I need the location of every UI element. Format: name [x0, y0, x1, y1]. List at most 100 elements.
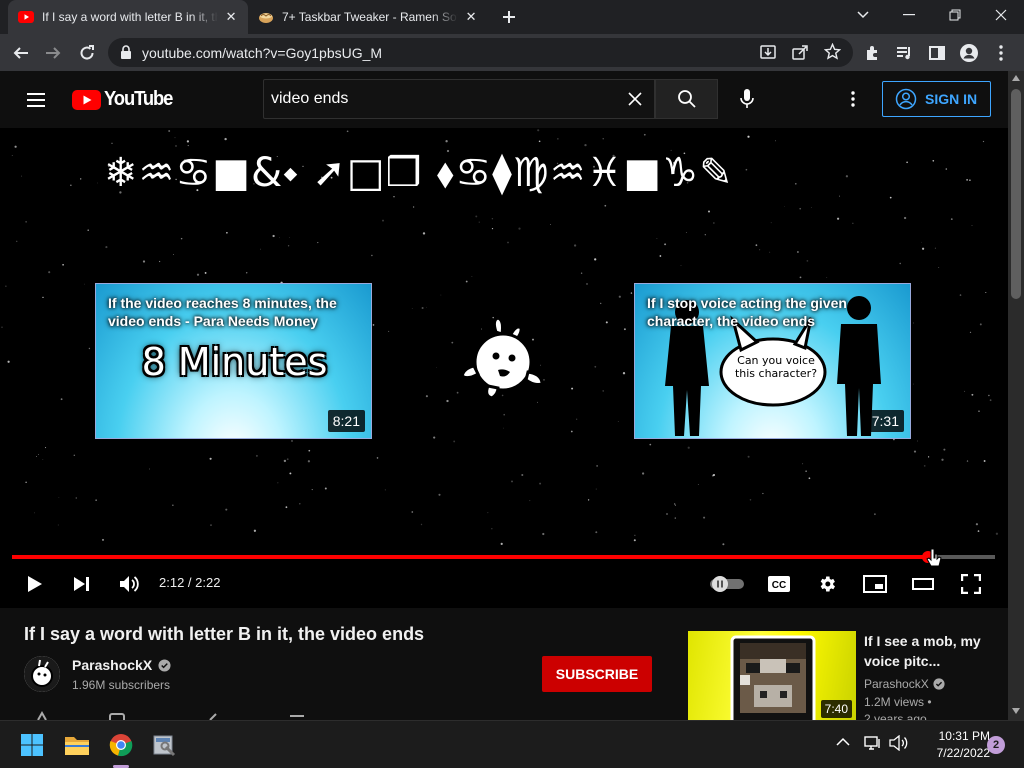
more-vertical-icon: [999, 45, 1003, 61]
channel-mascot-icon: [458, 314, 548, 404]
chevron-up-icon: [836, 737, 850, 746]
minimize-icon: [903, 14, 915, 16]
next-video-button[interactable]: [67, 569, 97, 599]
side-panel-button[interactable]: [922, 38, 952, 68]
video-player[interactable]: ❄♒♋■&⬩ ➚□❒ ⬧♋⧫♍♒♓■♑✎ 8 Minutes If the vi…: [0, 128, 1008, 608]
arrow-left-icon: [13, 47, 28, 59]
theater-mode-icon: [912, 578, 934, 590]
recommended-channel[interactable]: ParashockX: [864, 677, 945, 691]
url-text: youtube.com/watch?v=Goy1pbsUG_M: [142, 45, 383, 61]
recommended-thumbnail[interactable]: 7:40: [688, 631, 856, 720]
endcard-video-1[interactable]: 8 Minutes If the video reaches 8 minutes…: [95, 283, 372, 439]
settings-button[interactable]: [812, 569, 842, 599]
clock-time[interactable]: 10:31 PM: [916, 729, 990, 743]
progress-bar[interactable]: [12, 551, 995, 563]
folder-icon: [65, 737, 89, 755]
speech-bubble-text: Can you voice this character?: [734, 354, 818, 380]
youtube-favicon-icon: [18, 11, 34, 23]
progress-bar-played: [12, 555, 929, 559]
endcard-title: If the video reaches 8 minutes, the vide…: [108, 295, 337, 329]
reload-button[interactable]: [72, 38, 102, 68]
recommended-date: 2 years ago: [864, 712, 927, 720]
forward-button[interactable]: [38, 38, 68, 68]
channel-avatar[interactable]: [24, 656, 60, 692]
show-hidden-icons-button[interactable]: [836, 737, 850, 747]
profile-avatar-icon: [960, 44, 978, 62]
close-window-button[interactable]: [978, 0, 1024, 30]
notification-badge[interactable]: 2: [987, 736, 1005, 754]
play-button[interactable]: [20, 569, 50, 599]
side-panel-icon: [929, 46, 945, 60]
channel-name[interactable]: ParashockX: [72, 657, 171, 673]
media-control-button[interactable]: [890, 38, 920, 68]
search-button[interactable]: [655, 79, 718, 119]
channel-name-text: ParashockX: [72, 657, 153, 673]
autoplay-toggle-icon: [710, 576, 744, 592]
bookmark-star-icon[interactable]: [824, 43, 841, 60]
fullscreen-button[interactable]: [956, 569, 986, 599]
voice-search-button[interactable]: [732, 84, 762, 114]
verified-badge-icon: [933, 678, 945, 690]
sign-in-button[interactable]: SIGN IN: [882, 81, 991, 117]
clear-search-icon[interactable]: [628, 92, 642, 106]
restore-button[interactable]: [932, 0, 978, 30]
subtitles-button[interactable]: CC: [764, 569, 794, 599]
volume-tray-icon[interactable]: [889, 735, 909, 751]
autoplay-toggle[interactable]: [708, 569, 746, 599]
closed-captions-icon: CC: [768, 576, 790, 592]
clock-date[interactable]: 7/22/2022: [916, 746, 990, 760]
lock-icon[interactable]: [120, 45, 132, 59]
skip-next-icon: [74, 577, 89, 591]
verified-badge-icon: [158, 658, 171, 672]
tab-close-icon[interactable]: ✕: [464, 9, 478, 25]
page-scrollbar[interactable]: [1008, 71, 1024, 720]
miniplayer-button[interactable]: [860, 569, 890, 599]
minimize-button[interactable]: [886, 0, 932, 30]
close-icon: [995, 9, 1007, 21]
share-icon[interactable]: [792, 44, 808, 60]
reload-icon: [80, 45, 94, 60]
extensions-button[interactable]: [858, 38, 888, 68]
taskbar-tweaker-app[interactable]: [146, 727, 182, 763]
taskbar-file-explorer[interactable]: [59, 727, 95, 763]
new-tab-button[interactable]: [498, 6, 520, 28]
ramen-favicon-icon: [258, 9, 274, 25]
scroll-down-arrow-icon[interactable]: [1012, 708, 1020, 714]
settings-menu-button[interactable]: [840, 86, 866, 112]
tab-title: If I say a word with letter B in it, the…: [42, 10, 219, 24]
subscribe-button[interactable]: SUBSCRIBE: [542, 656, 652, 692]
volume-icon: [120, 576, 139, 592]
gear-icon: [820, 576, 835, 592]
search-input-value: video ends: [271, 90, 349, 107]
guide-menu-button[interactable]: [24, 88, 48, 112]
youtube-logo[interactable]: YouTube: [72, 88, 178, 111]
tab-search-button[interactable]: [840, 0, 886, 30]
endcard-video-2[interactable]: Can you voice this character? If I stop …: [634, 283, 911, 439]
search-input[interactable]: video ends: [263, 79, 655, 119]
recommended-title[interactable]: If I see a mob, my voice pitc...: [864, 631, 1000, 671]
youtube-logo-text: YouTube: [104, 88, 173, 110]
scrollbar-thumb[interactable]: [1011, 89, 1021, 299]
windows-logo-icon: [21, 734, 43, 756]
theater-mode-button[interactable]: [908, 569, 938, 599]
mute-button[interactable]: [114, 569, 144, 599]
puzzle-icon: [867, 46, 877, 60]
tab-youtube[interactable]: If I say a word with letter B in it, the…: [8, 0, 248, 34]
install-app-icon[interactable]: [760, 44, 776, 60]
endcard-duration: 7:31: [866, 410, 904, 432]
tab-close-icon[interactable]: ✕: [224, 9, 238, 25]
taskbar-chrome[interactable]: [103, 727, 139, 768]
more-vertical-icon: [851, 91, 855, 107]
chrome-menu-button[interactable]: [986, 38, 1016, 68]
start-button[interactable]: [14, 727, 50, 763]
account-circle-icon: [895, 88, 917, 110]
endcard-thumbnail-label: 8 Minutes: [141, 340, 328, 384]
back-button[interactable]: [6, 38, 36, 68]
profile-button[interactable]: [954, 38, 984, 68]
network-icon[interactable]: [864, 735, 882, 751]
scroll-up-arrow-icon[interactable]: [1012, 75, 1020, 81]
video-title: If I say a word with letter B in it, the…: [24, 624, 425, 644]
address-bar[interactable]: youtube.com/watch?v=Goy1pbsUG_M: [108, 38, 853, 67]
tab-taskbar-tweaker[interactable]: 7+ Taskbar Tweaker - Ramen Software ✕: [248, 0, 488, 34]
windows-taskbar: 10:31 PM 7/22/2022 2: [0, 720, 1024, 768]
